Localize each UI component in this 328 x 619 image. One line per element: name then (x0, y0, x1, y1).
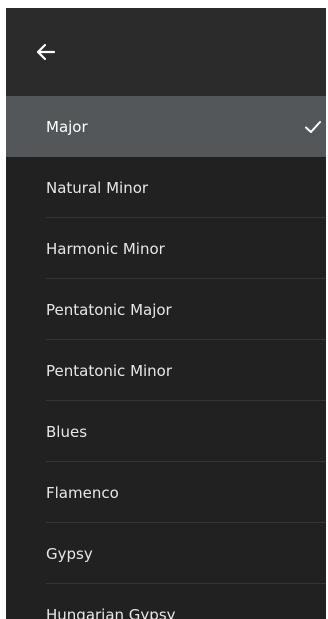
scale-item-hungarian-gypsy[interactable]: Hungarian Gypsy (6, 584, 326, 619)
scale-list: Major Natural Minor Harmonic Minor Penta… (6, 96, 326, 619)
scale-item-label: Pentatonic Minor (46, 361, 173, 380)
scale-item-blues[interactable]: Blues (6, 401, 326, 462)
scale-item-pentatonic-major[interactable]: Pentatonic Major (6, 279, 326, 340)
scale-item-label: Hungarian Gypsy (46, 605, 176, 619)
scale-item-gypsy[interactable]: Gypsy (6, 523, 326, 584)
arrow-left-icon (36, 43, 56, 61)
scale-item-label: Flamenco (46, 483, 119, 502)
scale-item-flamenco[interactable]: Flamenco (6, 462, 326, 523)
scale-picker-screen: Major Natural Minor Harmonic Minor Penta… (6, 8, 326, 619)
scale-item-pentatonic-minor[interactable]: Pentatonic Minor (6, 340, 326, 401)
scale-item-label: Harmonic Minor (46, 239, 165, 258)
back-button[interactable] (30, 36, 62, 68)
scale-item-label: Gypsy (46, 544, 93, 563)
app-header (6, 8, 326, 96)
scale-item-label: Natural Minor (46, 178, 149, 197)
scale-item-natural-minor[interactable]: Natural Minor (6, 157, 326, 218)
scale-item-major[interactable]: Major (6, 96, 326, 157)
scale-item-harmonic-minor[interactable]: Harmonic Minor (6, 218, 326, 279)
checkmark-icon (305, 120, 321, 133)
scale-item-label: Blues (46, 422, 88, 441)
scale-item-label: Major (46, 117, 88, 136)
scale-item-label: Pentatonic Major (46, 300, 172, 319)
